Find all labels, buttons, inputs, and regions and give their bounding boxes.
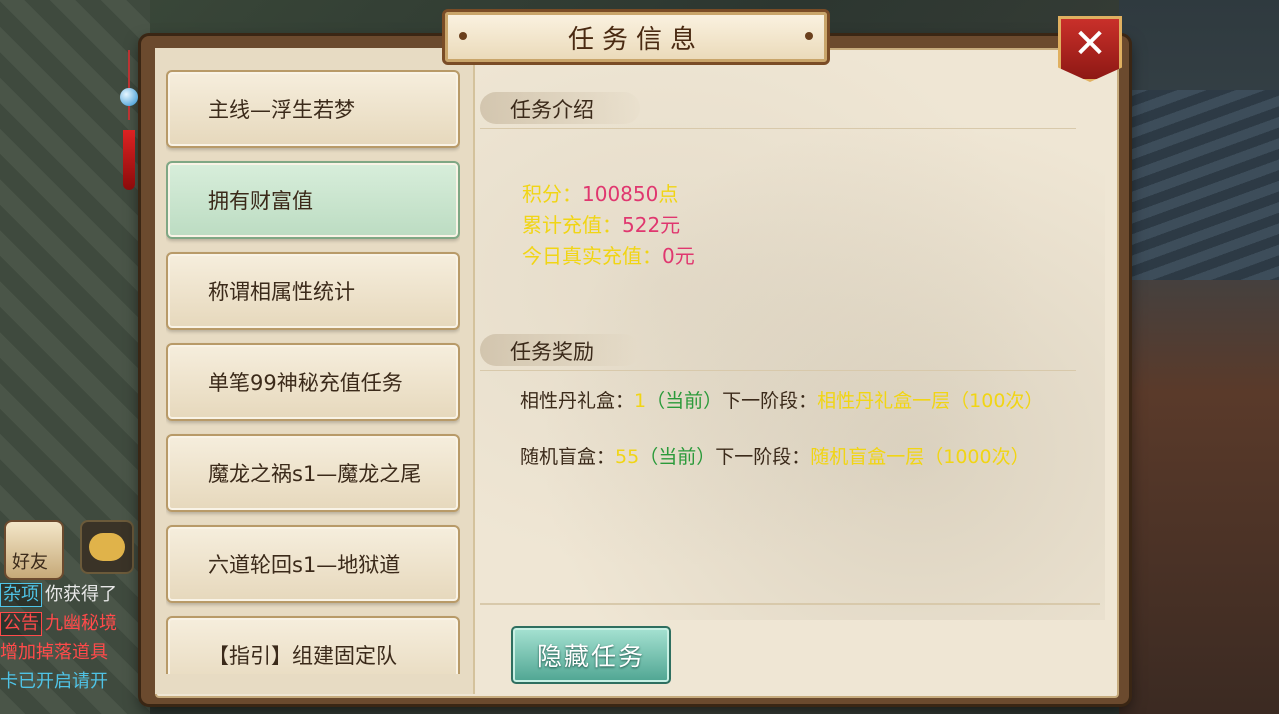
today-recharge-line: 今日真实充值：0元: [522, 240, 695, 269]
quest-item-label: 六道轮回s1—地狱道: [208, 553, 401, 577]
reward-line-mystery-box: 随机盲盒：55（当前）下一阶段：随机盲盒一层（1000次）: [520, 444, 1090, 470]
hide-quest-button[interactable]: 隐藏任务: [511, 626, 671, 684]
intro-heading: 任务介绍: [510, 98, 594, 122]
bottom-divider: [480, 603, 1100, 605]
reward-label: 随机盲盒：: [520, 446, 616, 468]
close-x-icon: ✕: [1073, 21, 1107, 67]
chat-log: 杂项 你获得了 公告 九幽秘境 增加掉落道具 卡已开启请开: [0, 580, 145, 696]
reward-line-affinity-pill-box: 相性丹礼盒：1（当前）下一阶段：相性丹礼盒一层（100次）: [520, 388, 1090, 414]
quest-item[interactable]: 称谓相属性统计: [166, 252, 460, 330]
reward-next-label: 下一阶段：: [715, 446, 811, 468]
quest-item-label: 单笔99神秘充值任务: [208, 371, 403, 395]
reward-current: （当前）: [646, 390, 723, 412]
quest-item-selected[interactable]: 拥有财富值: [166, 161, 460, 239]
friends-label: 好友: [12, 552, 48, 573]
hide-quest-button-label: 隐藏任务: [536, 642, 645, 671]
reward-current: （当前）: [639, 446, 716, 468]
chat-row: 卡已开启请开: [0, 671, 108, 692]
reward-heading: 任务奖励: [510, 340, 594, 364]
quest-item-label: 拥有财富值: [208, 189, 313, 213]
reward-next: 相性丹礼盒一层（100次）: [817, 390, 1044, 412]
chat-tag-misc: 杂项: [0, 583, 42, 607]
intro-section-header: 任务介绍: [480, 90, 1080, 129]
today-recharge-value: 0元: [662, 244, 695, 268]
quest-item[interactable]: 魔龙之祸s1—魔龙之尾: [166, 434, 460, 512]
reward-count: 1: [634, 390, 647, 412]
panel-title: 任务信息: [567, 24, 704, 55]
quest-item-label: 魔龙之祸s1—魔龙之尾: [208, 462, 422, 486]
reward-next: 随机盲盒一层（1000次）: [810, 446, 1030, 468]
points-unit: 点: [658, 182, 679, 206]
quest-item[interactable]: 六道轮回s1—地狱道: [166, 525, 460, 603]
today-recharge-label: 今日真实充值：: [522, 244, 662, 268]
quest-list[interactable]: 主线—浮生若梦 拥有财富值 称谓相属性统计 单笔99神秘充值任务 魔龙之祸s1—…: [166, 70, 460, 674]
reward-section-header: 任务奖励: [480, 332, 1080, 371]
quest-item[interactable]: 主线—浮生若梦: [166, 70, 460, 148]
chat-bubble-icon[interactable]: [80, 520, 134, 574]
quest-item-label: 主线—浮生若梦: [208, 98, 355, 122]
total-recharge-value: 522元: [622, 213, 681, 237]
title-plaque: 任务信息: [442, 9, 830, 65]
total-recharge-label: 累计充值：: [522, 213, 622, 237]
chat-row: 增加掉落道具: [0, 642, 108, 663]
points-label: 积分：: [522, 182, 582, 206]
reward-label: 相性丹礼盒：: [520, 390, 635, 412]
quest-item-label: 【指引】组建固定队: [208, 644, 397, 668]
points-line: 积分：100850点: [522, 178, 678, 207]
reward-next-label: 下一阶段：: [722, 390, 818, 412]
friends-icon[interactable]: 好友: [4, 520, 64, 580]
chat-text: 九幽秘境: [45, 613, 117, 634]
tassel-ornament: [118, 50, 140, 190]
quest-item-label: 称谓相属性统计: [208, 280, 355, 304]
chat-row: 杂项 你获得了: [0, 580, 145, 609]
quest-item[interactable]: 【指引】组建固定队: [166, 616, 460, 674]
quest-item[interactable]: 单笔99神秘充值任务: [166, 343, 460, 421]
chat-tag-notice: 公告: [0, 612, 42, 636]
points-value: 100850: [582, 182, 659, 206]
chat-row: 公告 九幽秘境: [0, 609, 145, 638]
reward-count: 55: [615, 446, 640, 468]
total-recharge-line: 累计充值：522元: [522, 209, 680, 238]
chat-text: 你获得了: [45, 584, 117, 605]
background-roof: [1119, 90, 1279, 280]
